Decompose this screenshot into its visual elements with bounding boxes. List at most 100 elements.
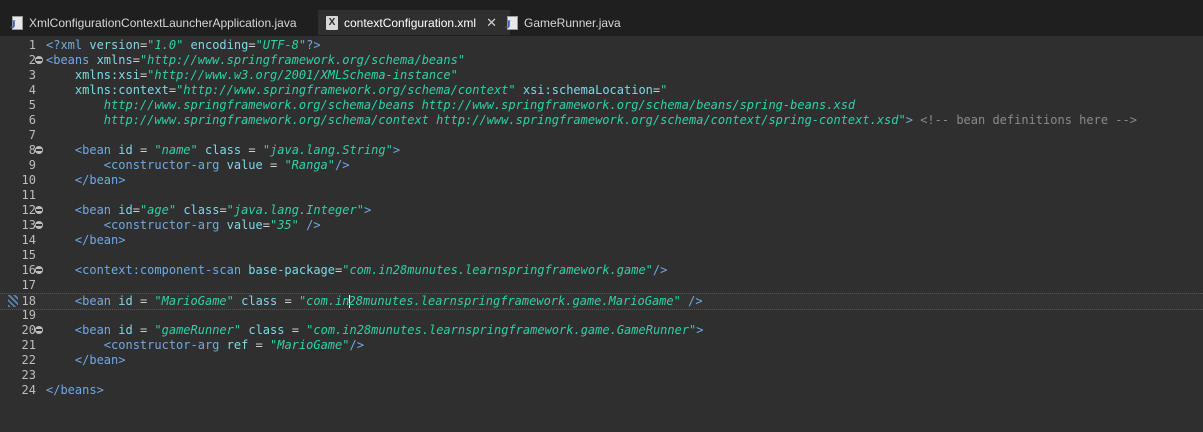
code-line[interactable]: 2 <beans xmlns="http://www.springframewor… (0, 53, 1203, 68)
code-line[interactable]: 3 xmlns:xsi="http://www.w3.org/2001/XMLS… (0, 68, 1203, 83)
code-line[interactable]: 8 <bean id = "name" class = "java.lang.S… (0, 143, 1203, 158)
line-number: 2 (28, 53, 36, 67)
code-text: </bean> (46, 173, 126, 188)
line-number: 6 (28, 113, 36, 127)
line-number: 15 (21, 248, 36, 262)
code-line[interactable]: 1 <?xml version="1.0" encoding="UTF-8"?> (0, 38, 1203, 53)
code-token: = (132, 53, 140, 67)
code-line[interactable]: 24 </beans> (0, 383, 1203, 398)
code-token: "age" (139, 203, 177, 217)
line-number: 8 (28, 143, 36, 157)
tab-xml-configuration-launcher[interactable]: J XmlConfigurationContextLauncherApplica… (10, 10, 297, 35)
editor-tab-bar: J XmlConfigurationContextLauncherApplica… (0, 0, 1203, 36)
code-token: "com.in28munutes.learnspringframework.ga… (342, 263, 653, 277)
code-line[interactable]: 14 </bean> (0, 233, 1203, 248)
code-line[interactable]: 17 (0, 278, 1203, 293)
fold-toggle-icon[interactable] (35, 56, 43, 64)
code-token: "35" (269, 218, 299, 232)
code-line[interactable]: 10 </bean> (0, 173, 1203, 188)
line-number: 1 (28, 38, 36, 52)
code-line[interactable]: 5 http://www.springframework.org/schema/… (0, 98, 1203, 113)
code-token: xmlns (96, 53, 133, 67)
tab-game-runner[interactable]: J GameRunner.java (505, 10, 621, 35)
code-token: <bean (74, 203, 119, 217)
fold-toggle-icon[interactable] (35, 206, 43, 214)
code-token: "MarioGame" (270, 338, 350, 352)
close-icon[interactable]: ✕ (486, 15, 497, 31)
code-token: </bean> (74, 233, 126, 247)
code-token: </bean> (74, 353, 126, 367)
code-token: = (132, 143, 155, 157)
code-token: "http://www.springframework.org/schema/b… (139, 53, 466, 67)
code-token: = (132, 203, 140, 217)
tab-context-configuration[interactable]: X contextConfiguration.xml ✕ (318, 10, 510, 35)
fold-toggle-icon[interactable] (35, 266, 43, 274)
line-number: 20 (21, 323, 36, 337)
code-token: <bean (74, 143, 119, 157)
code-text: <constructor-arg ref = "MarioGame"/> (46, 338, 364, 353)
code-token: > (905, 113, 913, 127)
code-token: xsi:schemaLocation (522, 83, 653, 97)
code-token: value (226, 218, 263, 232)
code-line[interactable]: 20 <bean id = "gameRunner" class = "com.… (0, 323, 1203, 338)
tab-label: GameRunner.java (524, 15, 621, 30)
code-line[interactable]: 6 http://www.springframework.org/schema/… (0, 113, 1203, 128)
line-number: 4 (28, 83, 36, 97)
code-line[interactable]: 15 (0, 248, 1203, 263)
tab-label: XmlConfigurationContextLauncherApplicati… (29, 15, 297, 30)
code-line[interactable]: 19 (0, 308, 1203, 323)
code-line[interactable]: 4 xmlns:context="http://www.springframew… (0, 83, 1203, 98)
code-editor[interactable]: 1 <?xml version="1.0" encoding="UTF-8"?> 2… (0, 36, 1203, 432)
code-token: id (118, 323, 133, 337)
code-token: = (248, 338, 270, 352)
code-token: > (696, 323, 704, 337)
code-text: xmlns:xsi="http://www.w3.org/2001/XMLSch… (46, 68, 458, 83)
code-line[interactable]: 16 <context:component-scan base-package=… (0, 263, 1203, 278)
code-token: > (392, 143, 401, 157)
code-line[interactable]: 21 <constructor-arg ref = "MarioGame"/> (0, 338, 1203, 353)
code-token: class (241, 294, 278, 308)
fold-toggle-icon[interactable] (35, 221, 43, 229)
code-token: version (89, 38, 140, 52)
code-text: <bean id="age" class="java.lang.Integer"… (46, 203, 371, 218)
line-number: 23 (21, 368, 36, 382)
code-token: <!-- bean definitions here --> (920, 113, 1137, 127)
line-number: 12 (21, 203, 36, 217)
code-token: = (248, 38, 256, 52)
code-line[interactable]: 23 (0, 368, 1203, 383)
code-line[interactable]: 11 (0, 188, 1203, 203)
code-text: http://www.springframework.org/schema/be… (46, 98, 855, 113)
code-line[interactable]: 13 <constructor-arg value="35" /> (0, 218, 1203, 233)
code-text: <constructor-arg value = "Ranga"/> (46, 158, 350, 173)
code-line[interactable]: 12 <bean id="age" class="java.lang.Integ… (0, 203, 1203, 218)
code-token: = (132, 294, 155, 308)
line-number: 3 (28, 68, 36, 82)
line-number: 13 (21, 218, 36, 232)
code-text: <bean id = "name" class = "java.lang.Str… (46, 143, 400, 158)
code-token: </bean> (74, 173, 126, 187)
code-line[interactable]: 7 (0, 128, 1203, 143)
code-line[interactable]: 9 <constructor-arg value = "Ranga"/> (0, 158, 1203, 173)
code-token: <constructor-arg (103, 218, 227, 232)
java-file-icon: J (10, 15, 23, 31)
code-token: <?xml (46, 38, 90, 52)
code-line[interactable]: 22 </bean> (0, 353, 1203, 368)
code-token: "gameRunner" (154, 323, 242, 337)
fold-toggle-icon[interactable] (35, 326, 43, 334)
code-token: http://www.springframework.org/schema/co… (46, 113, 906, 127)
code-text: xmlns:context="http://www.springframewor… (46, 83, 667, 98)
code-token: id (118, 143, 133, 157)
code-token: class (248, 323, 285, 337)
code-token: base-package (248, 263, 335, 277)
fold-toggle-icon[interactable] (35, 146, 43, 154)
